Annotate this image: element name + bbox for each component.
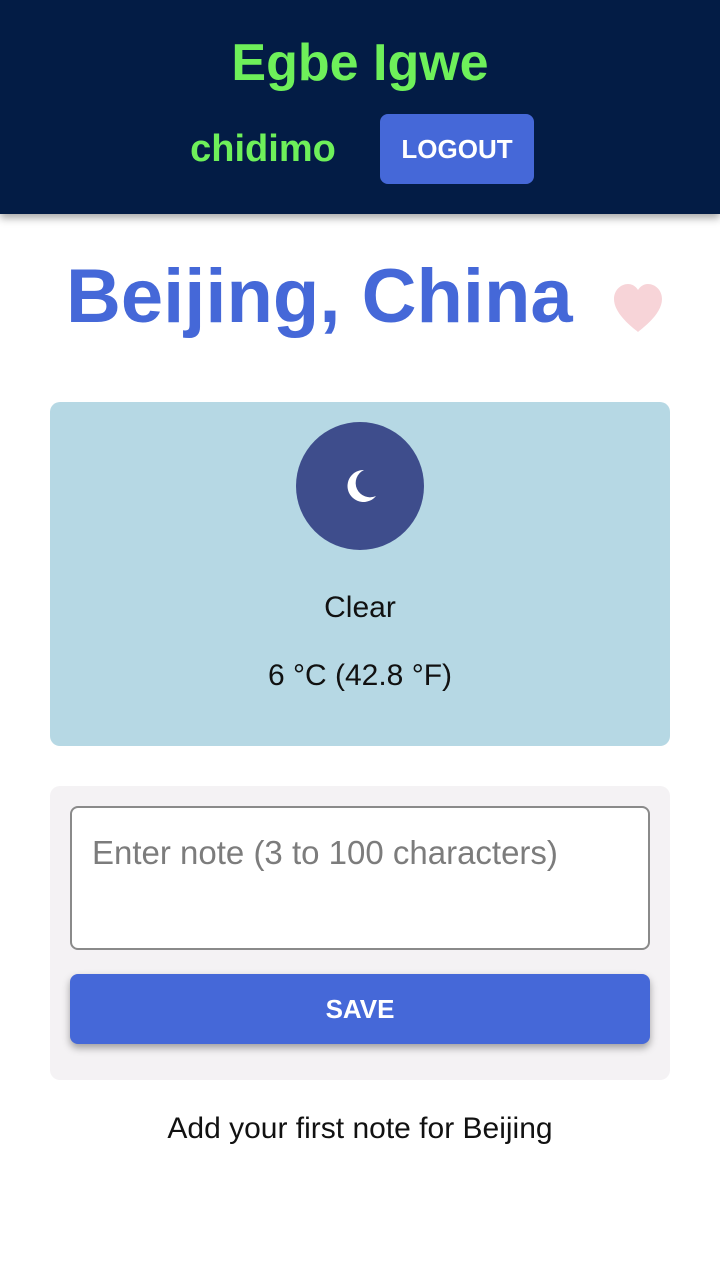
weather-card: Clear 6 °C (42.8 °F) xyxy=(50,402,670,746)
page-title: Beijing, China xyxy=(66,254,573,339)
app-header: Egbe Igwe chidimo LOGOUT xyxy=(0,0,720,214)
weather-temperature: 6 °C (42.8 °F) xyxy=(267,659,453,692)
empty-notes-message: Add your first note for Beijing xyxy=(167,1112,553,1145)
note-input[interactable] xyxy=(70,806,650,950)
save-button[interactable]: SAVE xyxy=(70,974,650,1044)
logout-button[interactable]: LOGOUT xyxy=(380,114,534,184)
weather-icon-badge xyxy=(296,422,424,550)
app-brand[interactable]: Egbe Igwe xyxy=(0,30,720,96)
heart-icon xyxy=(614,284,662,332)
favorite-button[interactable] xyxy=(610,282,666,334)
note-form: SAVE xyxy=(50,786,670,1080)
username-label: chidimo xyxy=(190,128,336,170)
moon-icon xyxy=(347,469,376,502)
weather-description: Clear xyxy=(324,591,396,624)
